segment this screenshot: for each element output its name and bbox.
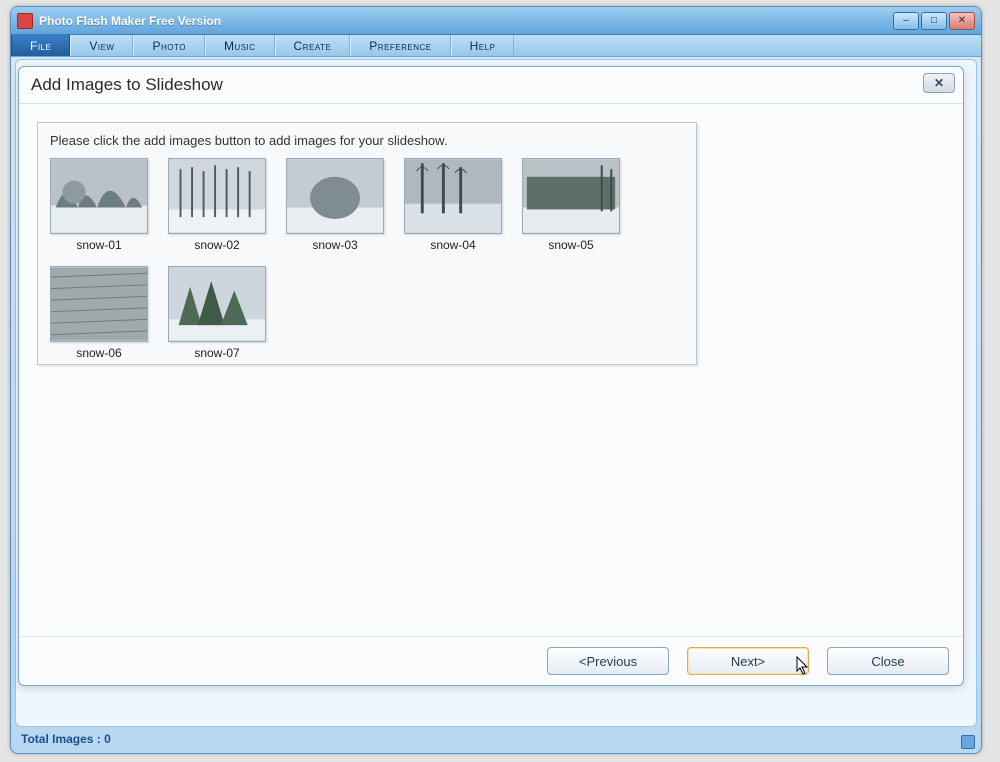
menu-create[interactable]: Create [275, 35, 351, 56]
dialog-title: Add Images to Slideshow [31, 75, 223, 94]
menu-help[interactable]: Help [451, 35, 515, 56]
previous-button[interactable]: <Previous [547, 647, 669, 675]
thumbnail-item[interactable]: snow-05 [522, 158, 620, 252]
window-title: Photo Flash Maker Free Version [39, 14, 893, 28]
minimize-button[interactable]: – [893, 12, 919, 30]
menu-photo[interactable]: Photo [133, 35, 204, 56]
maximize-button[interactable]: □ [921, 12, 947, 30]
thumbnail-item[interactable]: snow-03 [286, 158, 384, 252]
menu-view[interactable]: View [70, 35, 133, 56]
status-bar: Total Images : 0 [17, 729, 975, 749]
thumbnail-label: snow-07 [194, 346, 239, 360]
thumbnail-image [168, 158, 266, 234]
thumbnail-image [50, 158, 148, 234]
menu-music[interactable]: Music [205, 35, 275, 56]
thumbnail-label: snow-01 [76, 238, 121, 252]
thumbnail-image [50, 266, 148, 342]
dialog-titlebar: Add Images to Slideshow ✕ [19, 67, 963, 104]
status-icon [961, 735, 975, 749]
add-images-dialog: Add Images to Slideshow ✕ Please click t… [18, 66, 964, 686]
app-icon [17, 13, 33, 29]
thumbnail-image [168, 266, 266, 342]
thumbnail-label: snow-02 [194, 238, 239, 252]
titlebar[interactable]: Photo Flash Maker Free Version – □ ✕ [11, 7, 981, 35]
dialog-body: Please click the add images button to ad… [19, 104, 963, 636]
thumbnail-image [286, 158, 384, 234]
thumbnail-item[interactable]: snow-06 [50, 266, 148, 360]
dialog-close-button[interactable]: ✕ [923, 73, 955, 93]
thumbnail-label: snow-05 [548, 238, 593, 252]
prompt-panel: Please click the add images button to ad… [37, 122, 697, 365]
thumbnail-item[interactable]: snow-04 [404, 158, 502, 252]
menu-file[interactable]: File [11, 35, 70, 56]
menu-preference[interactable]: Preference [350, 35, 450, 56]
dialog-footer: <Previous Next> Close [19, 636, 963, 685]
thumbnail-grid: snow-01 snow-02 snow-03 [50, 158, 684, 360]
thumbnail-label: snow-04 [430, 238, 475, 252]
menubar: File View Photo Music Create Preference … [11, 35, 981, 57]
thumbnail-label: snow-06 [76, 346, 121, 360]
thumbnail-item[interactable]: snow-02 [168, 158, 266, 252]
thumbnail-label: snow-03 [312, 238, 357, 252]
close-window-button[interactable]: ✕ [949, 12, 975, 30]
next-button[interactable]: Next> [687, 647, 809, 675]
prompt-text: Please click the add images button to ad… [50, 133, 684, 148]
total-images-label: Total Images : 0 [21, 732, 111, 746]
close-button[interactable]: Close [827, 647, 949, 675]
thumbnail-image [522, 158, 620, 234]
thumbnail-item[interactable]: snow-07 [168, 266, 266, 360]
thumbnail-image [404, 158, 502, 234]
thumbnail-item[interactable]: snow-01 [50, 158, 148, 252]
window-controls: – □ ✕ [893, 12, 975, 30]
